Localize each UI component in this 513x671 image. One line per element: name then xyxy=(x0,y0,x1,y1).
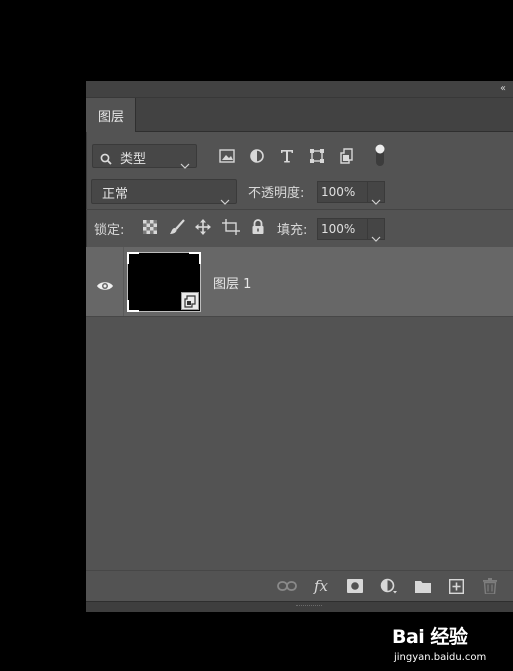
screen: ‹‹ 图层 类型 正常 不透明度: 100% 锁定: 填充: 100% 图层 1… xyxy=(0,0,513,671)
layer-mask-icon[interactable] xyxy=(345,577,365,595)
chevron-down-icon xyxy=(371,227,381,242)
blend-row: 正常 不透明度: 100% xyxy=(86,177,513,205)
filter-kind-select[interactable]: 类型 xyxy=(92,144,197,169)
layer-row[interactable]: 图层 1 xyxy=(86,247,513,317)
divider xyxy=(86,209,513,210)
layer-name[interactable]: 图层 1 xyxy=(213,273,251,292)
watermark-url: jingyan.baidu.com xyxy=(394,652,487,663)
fill-label: 填充: xyxy=(277,223,308,238)
grip-dots xyxy=(296,605,322,608)
lock-row: 锁定: 填充: 100% xyxy=(86,214,513,242)
panel-resize-grip[interactable] xyxy=(86,601,513,612)
filter-row: 类型 xyxy=(86,142,513,170)
link-layers-icon[interactable] xyxy=(277,577,297,595)
layers-bottom-toolbar: fx xyxy=(86,570,513,602)
type-filter-icon[interactable] xyxy=(277,146,297,166)
layer-thumbnail[interactable] xyxy=(127,252,201,312)
group-folder-icon[interactable] xyxy=(413,577,433,595)
tab-layers[interactable]: 图层 xyxy=(86,98,136,132)
chevron-down-icon xyxy=(371,190,381,205)
blend-mode-select[interactable]: 正常 xyxy=(91,179,237,205)
lock-position-icon[interactable] xyxy=(194,218,212,236)
smart-object-filter-icon[interactable] xyxy=(337,146,357,166)
watermark: Bai 经验 jingyan.baidu.com xyxy=(392,614,512,670)
thumbnail-corner xyxy=(127,300,139,312)
opacity-dropdown-button[interactable] xyxy=(367,181,385,205)
layers-panel: ‹‹ 图层 类型 正常 不透明度: 100% 锁定: 填充: 100% 图层 1… xyxy=(86,81,513,612)
blend-mode-label: 正常 xyxy=(102,187,129,202)
tab-layers-label: 图层 xyxy=(98,110,125,125)
image-filter-icon[interactable] xyxy=(217,146,237,166)
lock-all-icon[interactable] xyxy=(249,218,267,236)
chevron-down-icon xyxy=(220,190,230,205)
thumbnail-corner xyxy=(189,252,201,264)
layer-list: 图层 1 xyxy=(86,247,513,570)
collapse-panel-icon[interactable]: ‹‹ xyxy=(500,82,506,96)
thumbnail-corner xyxy=(127,252,139,264)
adjustment-filter-icon[interactable] xyxy=(247,146,267,166)
opacity-input[interactable]: 100% xyxy=(317,181,368,203)
lock-label: 锁定: xyxy=(94,223,125,238)
lock-transparent-pixels-icon[interactable] xyxy=(141,218,159,236)
watermark-brand: Bai 经验 xyxy=(392,626,468,648)
opacity-label: 不透明度: xyxy=(248,186,305,201)
eye-icon xyxy=(96,277,114,296)
search-icon xyxy=(100,150,112,169)
fill-input[interactable]: 100% xyxy=(317,218,368,240)
new-layer-icon[interactable] xyxy=(446,577,466,595)
fx-icon[interactable]: fx xyxy=(311,577,331,595)
adjustment-layer-icon[interactable] xyxy=(379,577,399,595)
filter-kind-label: 类型 xyxy=(120,152,147,167)
panel-tabbar: 图层 xyxy=(86,98,513,132)
panel-titlebar: ‹‹ xyxy=(86,81,513,98)
smart-object-badge-icon xyxy=(181,292,199,310)
lock-artboard-icon[interactable] xyxy=(222,218,240,236)
visibility-toggle[interactable] xyxy=(86,247,124,316)
fill-dropdown-button[interactable] xyxy=(367,218,385,242)
chevron-down-icon xyxy=(180,154,190,169)
shape-filter-icon[interactable] xyxy=(307,146,327,166)
lock-image-pixels-icon[interactable] xyxy=(168,218,186,236)
filter-toggle-switch[interactable] xyxy=(375,143,385,167)
delete-layer-icon[interactable] xyxy=(480,577,500,595)
